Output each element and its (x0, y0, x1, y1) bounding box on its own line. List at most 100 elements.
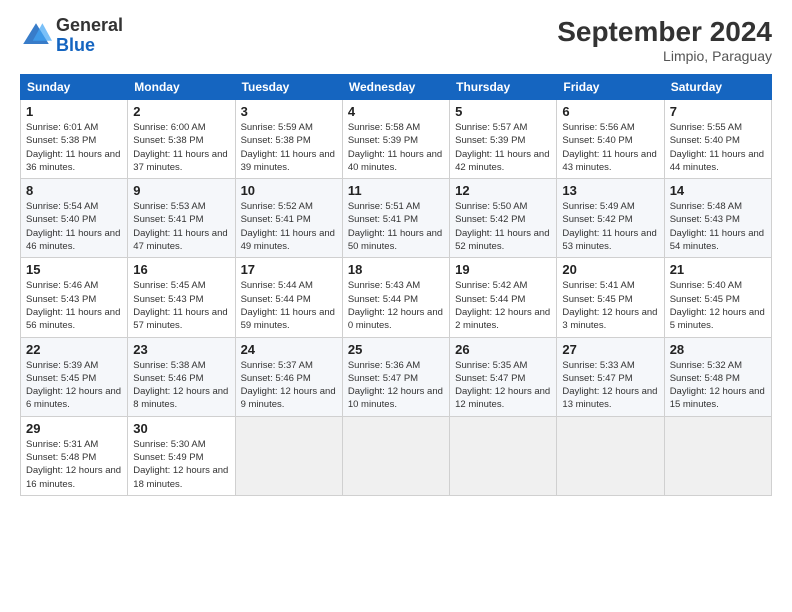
location: Limpio, Paraguay (557, 48, 772, 64)
day-number: 2 (133, 104, 229, 119)
day-info: Sunrise: 5:58 AM Sunset: 5:39 PM Dayligh… (348, 121, 444, 174)
weekday-header-friday: Friday (557, 75, 664, 100)
calendar-cell: 2 Sunrise: 6:00 AM Sunset: 5:38 PM Dayli… (128, 100, 235, 179)
day-number: 1 (26, 104, 122, 119)
calendar-cell: 26 Sunrise: 5:35 AM Sunset: 5:47 PM Dayl… (450, 337, 557, 416)
day-info: Sunrise: 5:33 AM Sunset: 5:47 PM Dayligh… (562, 359, 658, 412)
weekday-header-sunday: Sunday (21, 75, 128, 100)
day-info: Sunrise: 6:00 AM Sunset: 5:38 PM Dayligh… (133, 121, 229, 174)
calendar-cell: 15 Sunrise: 5:46 AM Sunset: 5:43 PM Dayl… (21, 258, 128, 337)
logo: General Blue (20, 16, 123, 56)
day-info: Sunrise: 5:56 AM Sunset: 5:40 PM Dayligh… (562, 121, 658, 174)
calendar-cell: 4 Sunrise: 5:58 AM Sunset: 5:39 PM Dayli… (342, 100, 449, 179)
day-info: Sunrise: 5:35 AM Sunset: 5:47 PM Dayligh… (455, 359, 551, 412)
day-number: 16 (133, 262, 229, 277)
logo-general-text: General (56, 16, 123, 36)
calendar-cell: 11 Sunrise: 5:51 AM Sunset: 5:41 PM Dayl… (342, 179, 449, 258)
day-number: 8 (26, 183, 122, 198)
day-info: Sunrise: 5:51 AM Sunset: 5:41 PM Dayligh… (348, 200, 444, 253)
calendar-cell: 17 Sunrise: 5:44 AM Sunset: 5:44 PM Dayl… (235, 258, 342, 337)
day-info: Sunrise: 5:46 AM Sunset: 5:43 PM Dayligh… (26, 279, 122, 332)
day-info: Sunrise: 5:50 AM Sunset: 5:42 PM Dayligh… (455, 200, 551, 253)
calendar-cell: 12 Sunrise: 5:50 AM Sunset: 5:42 PM Dayl… (450, 179, 557, 258)
month-title: September 2024 (557, 16, 772, 48)
day-info: Sunrise: 5:36 AM Sunset: 5:47 PM Dayligh… (348, 359, 444, 412)
calendar-cell: 29 Sunrise: 5:31 AM Sunset: 5:48 PM Dayl… (21, 416, 128, 495)
logo-icon (20, 20, 52, 52)
day-number: 6 (562, 104, 658, 119)
calendar-cell: 13 Sunrise: 5:49 AM Sunset: 5:42 PM Dayl… (557, 179, 664, 258)
calendar-cell: 7 Sunrise: 5:55 AM Sunset: 5:40 PM Dayli… (664, 100, 771, 179)
title-block: September 2024 Limpio, Paraguay (557, 16, 772, 64)
day-number: 5 (455, 104, 551, 119)
calendar-cell: 5 Sunrise: 5:57 AM Sunset: 5:39 PM Dayli… (450, 100, 557, 179)
day-info: Sunrise: 5:42 AM Sunset: 5:44 PM Dayligh… (455, 279, 551, 332)
day-number: 25 (348, 342, 444, 357)
calendar-cell: 20 Sunrise: 5:41 AM Sunset: 5:45 PM Dayl… (557, 258, 664, 337)
page-header: General Blue September 2024 Limpio, Para… (20, 16, 772, 64)
day-number: 27 (562, 342, 658, 357)
calendar-cell: 25 Sunrise: 5:36 AM Sunset: 5:47 PM Dayl… (342, 337, 449, 416)
day-info: Sunrise: 5:54 AM Sunset: 5:40 PM Dayligh… (26, 200, 122, 253)
day-info: Sunrise: 5:39 AM Sunset: 5:45 PM Dayligh… (26, 359, 122, 412)
day-info: Sunrise: 5:49 AM Sunset: 5:42 PM Dayligh… (562, 200, 658, 253)
day-number: 24 (241, 342, 337, 357)
day-number: 29 (26, 421, 122, 436)
day-number: 15 (26, 262, 122, 277)
day-number: 11 (348, 183, 444, 198)
calendar-cell: 23 Sunrise: 5:38 AM Sunset: 5:46 PM Dayl… (128, 337, 235, 416)
day-info: Sunrise: 5:57 AM Sunset: 5:39 PM Dayligh… (455, 121, 551, 174)
day-number: 3 (241, 104, 337, 119)
day-info: Sunrise: 6:01 AM Sunset: 5:38 PM Dayligh… (26, 121, 122, 174)
calendar-cell: 27 Sunrise: 5:33 AM Sunset: 5:47 PM Dayl… (557, 337, 664, 416)
calendar-cell: 19 Sunrise: 5:42 AM Sunset: 5:44 PM Dayl… (450, 258, 557, 337)
day-number: 4 (348, 104, 444, 119)
calendar-table: SundayMondayTuesdayWednesdayThursdayFrid… (20, 74, 772, 496)
day-number: 21 (670, 262, 766, 277)
calendar-cell (450, 416, 557, 495)
calendar-cell (235, 416, 342, 495)
day-info: Sunrise: 5:41 AM Sunset: 5:45 PM Dayligh… (562, 279, 658, 332)
day-info: Sunrise: 5:37 AM Sunset: 5:46 PM Dayligh… (241, 359, 337, 412)
day-number: 26 (455, 342, 551, 357)
day-info: Sunrise: 5:30 AM Sunset: 5:49 PM Dayligh… (133, 438, 229, 491)
day-number: 10 (241, 183, 337, 198)
day-info: Sunrise: 5:45 AM Sunset: 5:43 PM Dayligh… (133, 279, 229, 332)
day-number: 23 (133, 342, 229, 357)
day-number: 19 (455, 262, 551, 277)
day-info: Sunrise: 5:38 AM Sunset: 5:46 PM Dayligh… (133, 359, 229, 412)
calendar-week-4: 22 Sunrise: 5:39 AM Sunset: 5:45 PM Dayl… (21, 337, 772, 416)
page: { "header": { "logo_general": "General",… (0, 0, 792, 612)
day-info: Sunrise: 5:52 AM Sunset: 5:41 PM Dayligh… (241, 200, 337, 253)
day-number: 18 (348, 262, 444, 277)
weekday-header-monday: Monday (128, 75, 235, 100)
calendar-cell (342, 416, 449, 495)
day-info: Sunrise: 5:32 AM Sunset: 5:48 PM Dayligh… (670, 359, 766, 412)
day-number: 14 (670, 183, 766, 198)
calendar-cell: 16 Sunrise: 5:45 AM Sunset: 5:43 PM Dayl… (128, 258, 235, 337)
calendar-cell (664, 416, 771, 495)
day-info: Sunrise: 5:43 AM Sunset: 5:44 PM Dayligh… (348, 279, 444, 332)
day-number: 9 (133, 183, 229, 198)
calendar-cell: 6 Sunrise: 5:56 AM Sunset: 5:40 PM Dayli… (557, 100, 664, 179)
calendar-cell: 3 Sunrise: 5:59 AM Sunset: 5:38 PM Dayli… (235, 100, 342, 179)
weekday-header-row: SundayMondayTuesdayWednesdayThursdayFrid… (21, 75, 772, 100)
calendar-cell: 9 Sunrise: 5:53 AM Sunset: 5:41 PM Dayli… (128, 179, 235, 258)
weekday-header-wednesday: Wednesday (342, 75, 449, 100)
calendar-week-5: 29 Sunrise: 5:31 AM Sunset: 5:48 PM Dayl… (21, 416, 772, 495)
day-number: 28 (670, 342, 766, 357)
calendar-cell: 24 Sunrise: 5:37 AM Sunset: 5:46 PM Dayl… (235, 337, 342, 416)
day-info: Sunrise: 5:31 AM Sunset: 5:48 PM Dayligh… (26, 438, 122, 491)
day-number: 12 (455, 183, 551, 198)
calendar-cell: 18 Sunrise: 5:43 AM Sunset: 5:44 PM Dayl… (342, 258, 449, 337)
day-number: 20 (562, 262, 658, 277)
weekday-header-thursday: Thursday (450, 75, 557, 100)
calendar-cell: 22 Sunrise: 5:39 AM Sunset: 5:45 PM Dayl… (21, 337, 128, 416)
calendar-cell (557, 416, 664, 495)
day-number: 22 (26, 342, 122, 357)
logo-blue-text: Blue (56, 36, 123, 56)
calendar-cell: 30 Sunrise: 5:30 AM Sunset: 5:49 PM Dayl… (128, 416, 235, 495)
calendar-cell: 8 Sunrise: 5:54 AM Sunset: 5:40 PM Dayli… (21, 179, 128, 258)
calendar-cell: 14 Sunrise: 5:48 AM Sunset: 5:43 PM Dayl… (664, 179, 771, 258)
calendar-week-2: 8 Sunrise: 5:54 AM Sunset: 5:40 PM Dayli… (21, 179, 772, 258)
